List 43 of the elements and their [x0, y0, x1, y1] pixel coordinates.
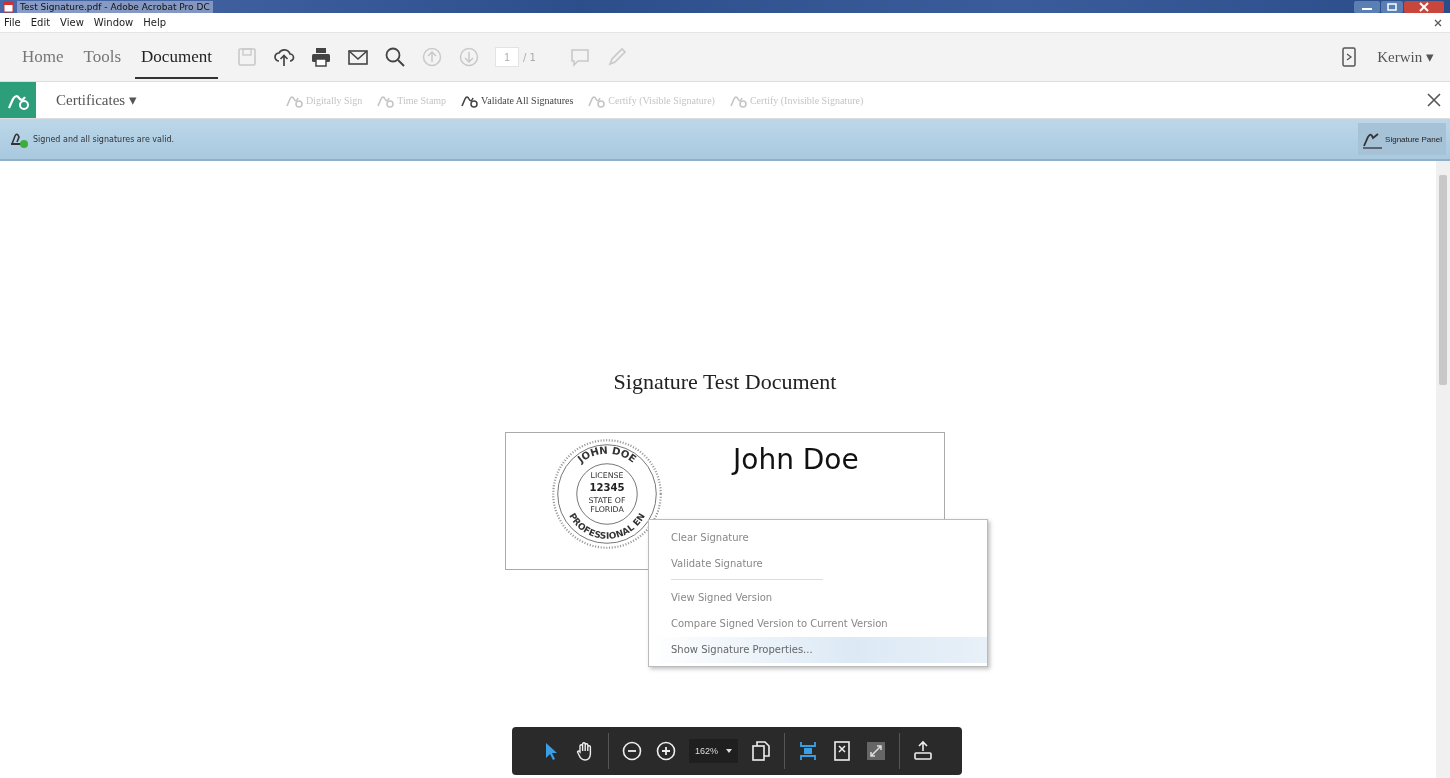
close-icon[interactable] — [1404, 0, 1444, 13]
zoom-dropdown[interactable]: 162% — [689, 739, 738, 763]
page-count: / 1 — [522, 51, 536, 63]
certificates-dropdown[interactable]: Certificates ▾ — [50, 90, 143, 110]
tab[interactable]: Tools — [77, 35, 128, 79]
menu-item[interactable]: Edit — [30, 17, 51, 28]
user-menu[interactable]: Kerwin ▾ — [1371, 47, 1440, 67]
fit-page-icon[interactable] — [831, 740, 853, 762]
scrollbar-thumb[interactable] — [1439, 175, 1447, 385]
maximize-icon[interactable] — [1381, 0, 1403, 13]
menu-item[interactable]: View — [60, 17, 84, 28]
certificate-pen-icon[interactable] — [0, 82, 36, 118]
tab[interactable]: Home — [16, 35, 70, 79]
close-document-icon[interactable] — [1434, 18, 1442, 27]
vertical-scrollbar[interactable] — [1436, 161, 1450, 778]
minimize-icon[interactable] — [1354, 0, 1380, 13]
menu-item[interactable]: File — [4, 17, 21, 28]
menu-item[interactable]: Help — [143, 17, 167, 28]
menu-item[interactable]: Window — [93, 17, 134, 28]
window-title: Test Signature.pdf - Adobe Acrobat Pro DC — [17, 0, 213, 13]
mobile-link-icon[interactable] — [1341, 47, 1358, 67]
document-heading: Signature Test Document — [613, 369, 837, 395]
cloud-upload-icon[interactable] — [272, 46, 295, 68]
menu-item[interactable]: Compare Signed Version to Current Version — [649, 611, 987, 637]
toolbar-button[interactable]: Validate All Signatures — [460, 91, 574, 109]
share-icon[interactable] — [912, 740, 934, 762]
seal-text: 12345 — [589, 481, 625, 493]
pdf-file-icon — [3, 0, 14, 13]
zoom-out-icon[interactable] — [621, 740, 643, 762]
pages-icon[interactable] — [750, 740, 772, 762]
tab[interactable]: Document — [135, 35, 218, 79]
close-icon[interactable] — [1426, 92, 1442, 108]
signature-panel-button[interactable]: Signature Panel — [1358, 123, 1446, 155]
status-message: Signed and all signatures are valid. — [33, 134, 175, 144]
printer-icon[interactable] — [309, 46, 332, 68]
full-screen-icon[interactable] — [865, 740, 887, 762]
menu-item[interactable]: View Signed Version — [649, 585, 987, 611]
fit-width-icon[interactable] — [797, 740, 819, 762]
zoom-in-icon[interactable] — [655, 740, 677, 762]
search-icon[interactable] — [383, 46, 406, 68]
caret-icon — [726, 749, 732, 753]
signer-name: John Doe — [733, 443, 859, 476]
menu-item[interactable]: Show Signature Properties... — [649, 637, 987, 663]
